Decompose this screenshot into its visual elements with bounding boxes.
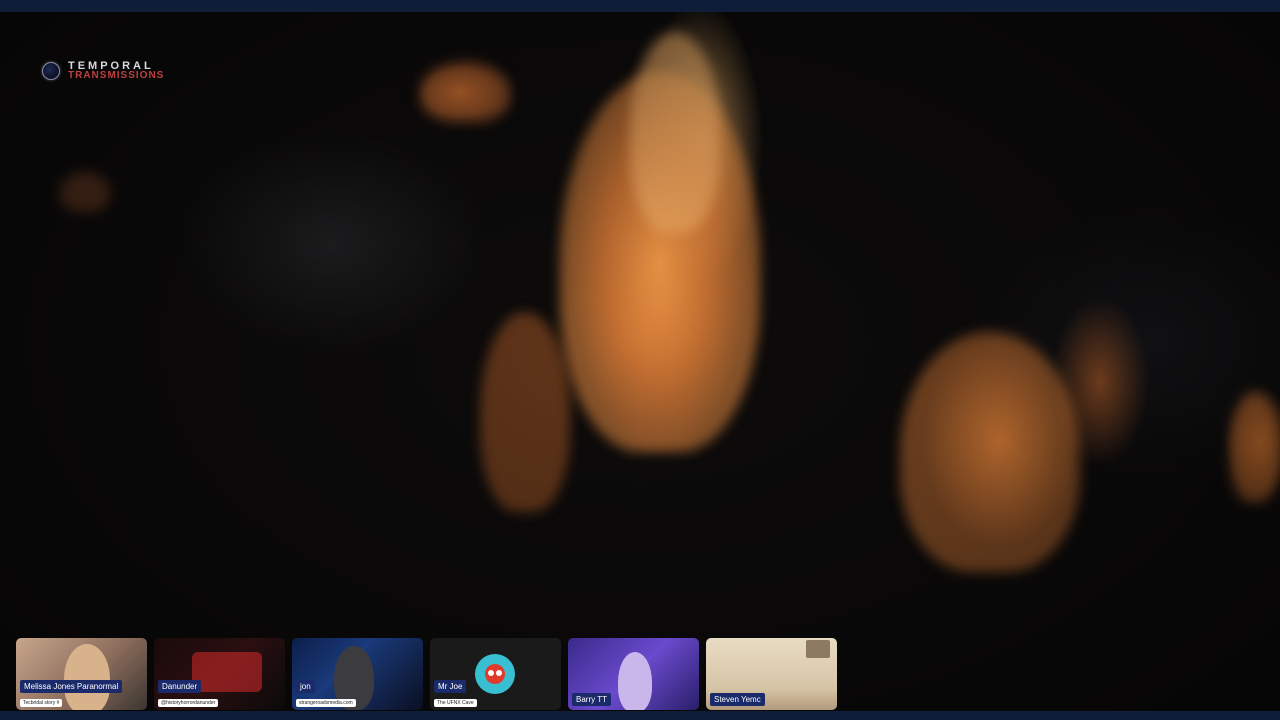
- participant-subtitle: @historyhorrordanunder: [158, 699, 219, 707]
- show-logo: TEMPORAL TRANSMISSIONS: [42, 61, 165, 81]
- participant-name: Melissa Jones Paranormal: [20, 680, 123, 693]
- participant-subtitle: strangeroadsmedia.com: [296, 699, 356, 707]
- participant-name: jon: [296, 680, 315, 693]
- top-bar: [0, 0, 1280, 12]
- participant-figure: [64, 644, 110, 710]
- video-vignette: [0, 12, 1280, 711]
- main-video-stage[interactable]: TEMPORAL TRANSMISSIONS: [0, 12, 1280, 711]
- participant-subtitle: The UFNX Cave: [434, 699, 477, 707]
- participant-subtitle: Tecbridal story #: [20, 699, 63, 707]
- participant-tile[interactable]: Steven Yemc: [706, 638, 837, 710]
- participant-tile[interactable]: jon strangeroadsmedia.com: [292, 638, 423, 710]
- mascot-icon: [485, 664, 505, 684]
- participant-name: Danunder: [158, 680, 202, 693]
- participant-tile[interactable]: Melissa Jones Paranormal Tecbridal story…: [16, 638, 147, 710]
- eye-icon: [488, 670, 494, 676]
- wall-frame-graphic: [806, 640, 830, 658]
- avatar: [475, 654, 515, 694]
- orb-icon: [42, 62, 60, 80]
- participant-name: Mr Joe: [434, 680, 467, 693]
- channel-logo-graphic: [192, 652, 262, 692]
- participant-name: Barry TT: [572, 693, 611, 706]
- bottom-bar: [0, 711, 1280, 720]
- eye-icon: [496, 670, 502, 676]
- participant-name: Steven Yemc: [710, 693, 765, 706]
- participant-tile[interactable]: Barry TT: [568, 638, 699, 710]
- logo-subtitle: TRANSMISSIONS: [68, 70, 165, 81]
- participant-tile[interactable]: Mr Joe The UFNX Cave: [430, 638, 561, 710]
- participant-tile[interactable]: Danunder @historyhorrordanunder: [154, 638, 285, 710]
- participant-figure: [618, 652, 652, 710]
